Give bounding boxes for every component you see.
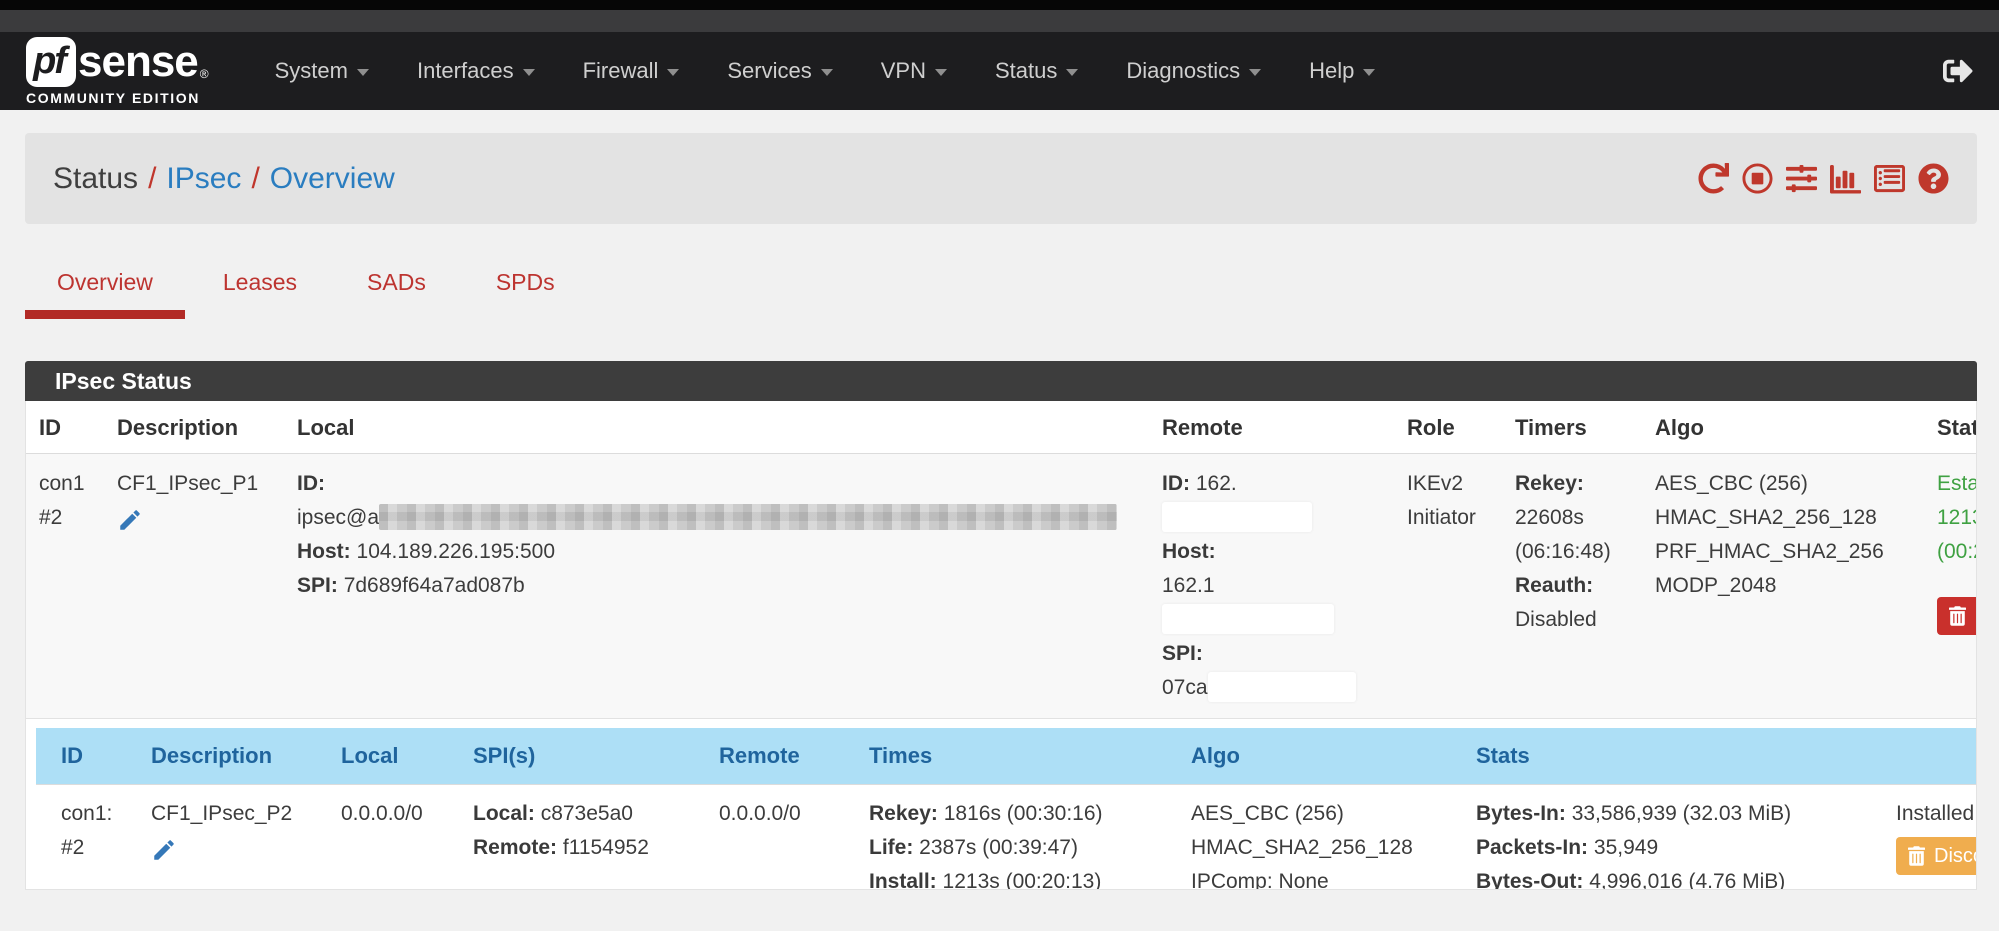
col-description: Description [104, 401, 284, 454]
chevron-down-icon [357, 69, 369, 76]
tab-leases[interactable]: Leases [191, 261, 329, 319]
child-stats-cell: Bytes-In: 33,586,939 (32.03 MiB) Packets… [1451, 785, 1871, 891]
nav-item-services[interactable]: Services [703, 44, 856, 98]
child-status-cell: Installed Disconnect [1871, 785, 1977, 891]
pf-logo-mark: pf [26, 37, 76, 87]
child-header-row: ID Description Local SPI(s) Remote Times… [36, 728, 1977, 785]
ipsec-tabs: Overview Leases SADs SPDs [25, 261, 1999, 319]
list-icon[interactable] [1874, 163, 1905, 194]
ike-id-cell: con1 #2 [26, 454, 104, 719]
ike-sa-table: ID Description Local Remote Role Timers … [26, 401, 1977, 890]
ike-description-cell: CF1_IPsec_P1 [104, 454, 284, 719]
child-sa-container-row: ID Description Local SPI(s) Remote Times… [26, 719, 1977, 891]
edit-icon[interactable] [151, 837, 177, 863]
nav-item-help[interactable]: Help [1285, 44, 1399, 98]
col-id: ID [36, 728, 126, 785]
nav-menu: System Interfaces Firewall Services VPN … [251, 44, 1400, 98]
chevron-down-icon [821, 69, 833, 76]
redacted-white-block [1162, 604, 1334, 634]
child-sa-row: con1: #2 CF1_IPsec_P2 [36, 785, 1977, 891]
brand-sense-text: sense [78, 37, 198, 87]
breadcrumb-bar: Status/IPsec/Overview [25, 133, 1977, 224]
ike-role-cell: IKEv2 Initiator [1394, 454, 1502, 719]
nav-item-system[interactable]: System [251, 44, 393, 98]
breadcrumb-actions [1698, 163, 1949, 194]
help-icon[interactable] [1918, 163, 1949, 194]
breadcrumb-link-overview[interactable]: Overview [270, 162, 395, 195]
child-spis-cell: Local: c873e5a0 Remote: f1154952 [448, 785, 694, 891]
nav-item-vpn[interactable]: VPN [857, 44, 971, 98]
col-local: Local [316, 728, 448, 785]
redacted-white-block [1208, 672, 1356, 702]
child-id-cell: con1: #2 [36, 785, 126, 891]
redacted-pixelated-block [379, 504, 1117, 530]
bar-chart-icon[interactable] [1830, 163, 1861, 194]
breadcrumb-root: Status [53, 162, 138, 195]
col-spis: SPI(s) [448, 728, 694, 785]
stop-circle-icon[interactable] [1742, 163, 1773, 194]
child-algo-cell: AES_CBC (256) HMAC_SHA2_256_128 IPComp: … [1166, 785, 1451, 891]
refresh-icon[interactable] [1698, 163, 1729, 194]
sliders-icon[interactable] [1786, 163, 1817, 194]
col-id: ID [26, 401, 104, 454]
trash-icon [1908, 846, 1925, 866]
col-role: Role [1394, 401, 1502, 454]
child-times-cell: Rekey: 1816s (00:30:16) Life: 2387s (00:… [844, 785, 1166, 891]
ike-header-row: ID Description Local Remote Role Timers … [26, 401, 1977, 454]
tab-spds[interactable]: SPDs [464, 261, 587, 319]
nav-item-firewall[interactable]: Firewall [559, 44, 704, 98]
chevron-down-icon [523, 69, 535, 76]
brand-registered-mark: ® [200, 67, 209, 81]
disconnect-button[interactable]: Disconnect [1896, 837, 1977, 875]
brand-subtitle: COMMUNITY EDITION [26, 90, 209, 106]
nav-item-diagnostics[interactable]: Diagnostics [1102, 44, 1285, 98]
pfsense-logo[interactable]: pf sense ® COMMUNITY EDITION [26, 37, 209, 106]
nav-item-interfaces[interactable]: Interfaces [393, 44, 559, 98]
col-times: Times [844, 728, 1166, 785]
ipsec-status-panel: IPsec Status ID Description Local Remote… [25, 361, 1977, 890]
status-established: Established [1937, 467, 1977, 501]
window-top-strip [0, 0, 1999, 10]
panel-title: IPsec Status [25, 361, 1977, 401]
disconnect-button[interactable]: Disconnect [1937, 597, 1977, 635]
ike-local-cell: ID: ipsec@a Host: 104.189.226.195:500 SP… [284, 454, 1149, 719]
window-title-strip [0, 10, 1999, 32]
chevron-down-icon [667, 69, 679, 76]
col-remote: Remote [1149, 401, 1394, 454]
ike-timers-cell: Rekey: 22608s (06:16:48) Reauth: Disable… [1502, 454, 1642, 719]
ike-remote-cell: ID: 162. Host: 162.1 SPI: 07ca [1149, 454, 1394, 719]
chevron-down-icon [935, 69, 947, 76]
child-remote-cell: 0.0.0.0/0 [694, 785, 844, 891]
child-local-cell: 0.0.0.0/0 [316, 785, 448, 891]
ike-sa-row: con1 #2 CF1_IPsec_P1 ID: ipsec@a Host: 1… [26, 454, 1977, 719]
ike-algo-cell: AES_CBC (256) HMAC_SHA2_256_128 PRF_HMAC… [1642, 454, 1924, 719]
top-navbar: pf sense ® COMMUNITY EDITION System Inte… [0, 32, 1999, 110]
breadcrumb: Status/IPsec/Overview [53, 162, 395, 196]
col-algo: Algo [1166, 728, 1451, 785]
edit-icon[interactable] [117, 507, 143, 533]
col-timers: Timers [1502, 401, 1642, 454]
sign-out-icon[interactable] [1943, 56, 1973, 86]
panel-body: ID Description Local Remote Role Timers … [25, 401, 1977, 890]
col-stats: Stats [1451, 728, 1871, 785]
col-status: Status [1924, 401, 1977, 454]
nav-item-status[interactable]: Status [971, 44, 1102, 98]
status-installed: Installed [1896, 797, 1977, 831]
col-algo: Algo [1642, 401, 1924, 454]
col-remote: Remote [694, 728, 844, 785]
chevron-down-icon [1363, 69, 1375, 76]
breadcrumb-link-ipsec[interactable]: IPsec [166, 162, 241, 195]
chevron-down-icon [1249, 69, 1261, 76]
child-sa-table: ID Description Local SPI(s) Remote Times… [36, 728, 1977, 890]
col-local: Local [284, 401, 1149, 454]
chevron-down-icon [1066, 69, 1078, 76]
tab-overview[interactable]: Overview [25, 261, 185, 319]
trash-icon [1949, 606, 1966, 626]
ike-status-cell: Established 1213 seconds (00:20:13) Disc… [1924, 454, 1977, 719]
col-description: Description [126, 728, 316, 785]
col-status-blank [1871, 728, 1977, 785]
redacted-white-block [1162, 502, 1312, 532]
child-description-cell: CF1_IPsec_P2 [126, 785, 316, 891]
tab-sads[interactable]: SADs [335, 261, 458, 319]
